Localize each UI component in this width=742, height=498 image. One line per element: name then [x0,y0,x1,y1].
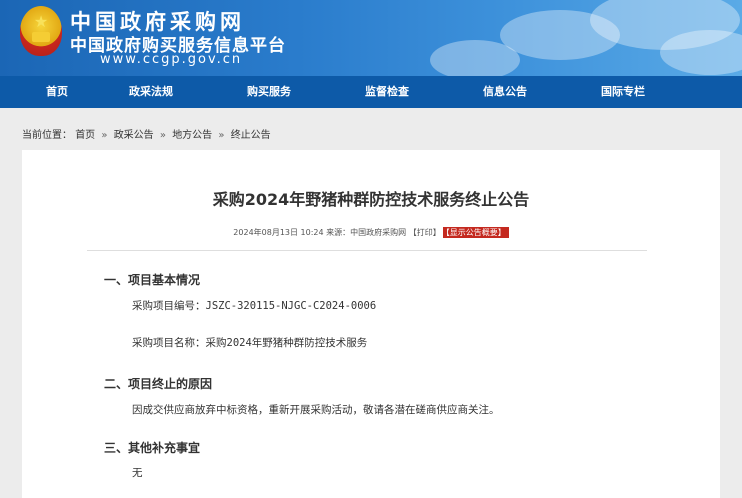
notice-meta: 2024年08月13日 10:24 来源：中国政府采购网 【打印】 【显示公告概要… [22,227,720,238]
breadcrumb-home[interactable]: 首页 [75,130,95,141]
project-name-line: 采购项目名称：采购2024年野猪种群防控技术服务 [132,337,368,349]
site-header: ★ 中国政府采购网 中国政府购买服务信息平台 www.ccgp.gov.cn [0,0,742,76]
section-heading: 三、其他补充事宜 [104,441,201,455]
nav-item-supervision[interactable]: 监督检查 [328,76,446,108]
breadcrumb: 当前位置： 首页 » 政采公告 » 地方公告 » 终止公告 [22,126,271,141]
breadcrumb-separator: » [159,130,166,141]
breadcrumb-termination-notices[interactable]: 终止公告 [231,130,271,141]
national-emblem-logo[interactable]: ★ [20,6,62,56]
notice-title: 采购2024年野猪种群防控技术服务终止公告 [212,190,530,209]
breadcrumb-procurement-notices[interactable]: 政采公告 [114,130,154,141]
header-cloud-decoration [660,30,742,75]
divider [87,250,647,251]
breadcrumb-prefix: 当前位置： [22,130,72,141]
termination-reason-line: 因成交供应商放弃中标资格，重新开展采购活动，敬请各潜在磋商供应商关注。 [132,404,500,416]
section-heading: 二、项目终止的原因 [104,377,213,391]
nav-item-purchase-services[interactable]: 购买服务 [210,76,328,108]
breadcrumb-local-notices[interactable]: 地方公告 [172,130,212,141]
main-nav: 首页 政采法规 购买服务 监督检查 信息公告 国际专栏 [0,76,742,108]
nav-item-regulations[interactable]: 政采法规 [92,76,210,108]
show-summary-button[interactable]: 【显示公告概要】 [442,227,509,238]
breadcrumb-separator: » [218,130,225,141]
breadcrumb-separator: » [101,130,108,141]
notice-meta-text: 2024年08月13日 10:24 来源：中国政府采购网 【打印】 [233,228,441,237]
site-url[interactable]: www.ccgp.gov.cn [100,52,242,67]
nav-item-international[interactable]: 国际专栏 [564,76,682,108]
header-cloud-decoration [430,40,520,76]
notice-panel: 采购2024年野猪种群防控技术服务终止公告 2024年08月13日 10:24 … [22,150,720,498]
nav-item-announcements[interactable]: 信息公告 [446,76,564,108]
supplementary-line: 无 [132,467,143,479]
nav-item-home[interactable]: 首页 [22,76,92,108]
section-heading: 一、项目基本情况 [104,273,201,287]
project-number-line: 采购项目编号：JSZC-320115-NJGC-C2024-0006 [132,300,377,312]
